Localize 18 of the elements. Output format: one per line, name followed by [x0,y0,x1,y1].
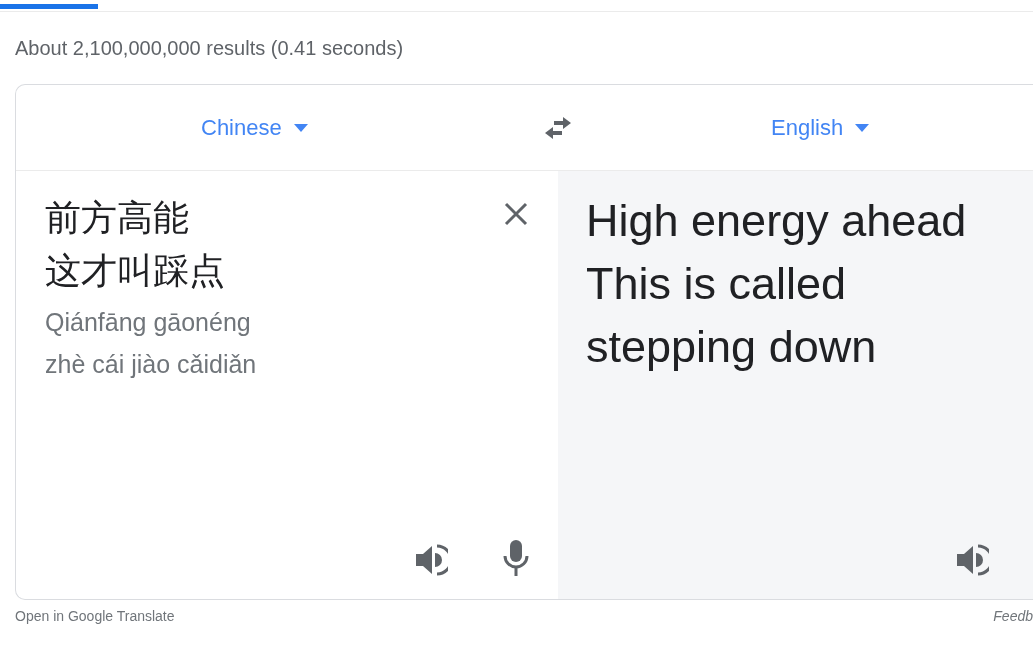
microphone-icon[interactable] [501,539,531,577]
pinyin-line: zhè cái jiào cǎidiǎn [45,349,257,380]
speaker-icon[interactable] [414,543,448,577]
pinyin-line: Qiánfāng gāonéng [45,307,251,338]
result-stats: About 2,100,000,000 results (0.41 seconds) [15,36,404,61]
speaker-icon[interactable] [955,543,989,577]
dropdown-caret-icon [855,123,870,132]
source-language-button[interactable]: Chinese [201,111,308,144]
dropdown-caret-icon [293,123,308,132]
open-in-translate-link[interactable]: Open in Google Translate [15,608,175,625]
translation-line: High energy ahead [586,194,967,248]
target-language-button[interactable]: English [771,111,870,144]
clear-icon[interactable] [503,201,529,227]
source-text-line: 前方高能 [45,196,189,240]
feedback-link[interactable]: Feedb [993,608,1033,625]
source-text-line: 这才叫踩点 [45,249,225,293]
translation-line: This is called [586,257,847,311]
translation-line: stepping down [586,320,877,374]
